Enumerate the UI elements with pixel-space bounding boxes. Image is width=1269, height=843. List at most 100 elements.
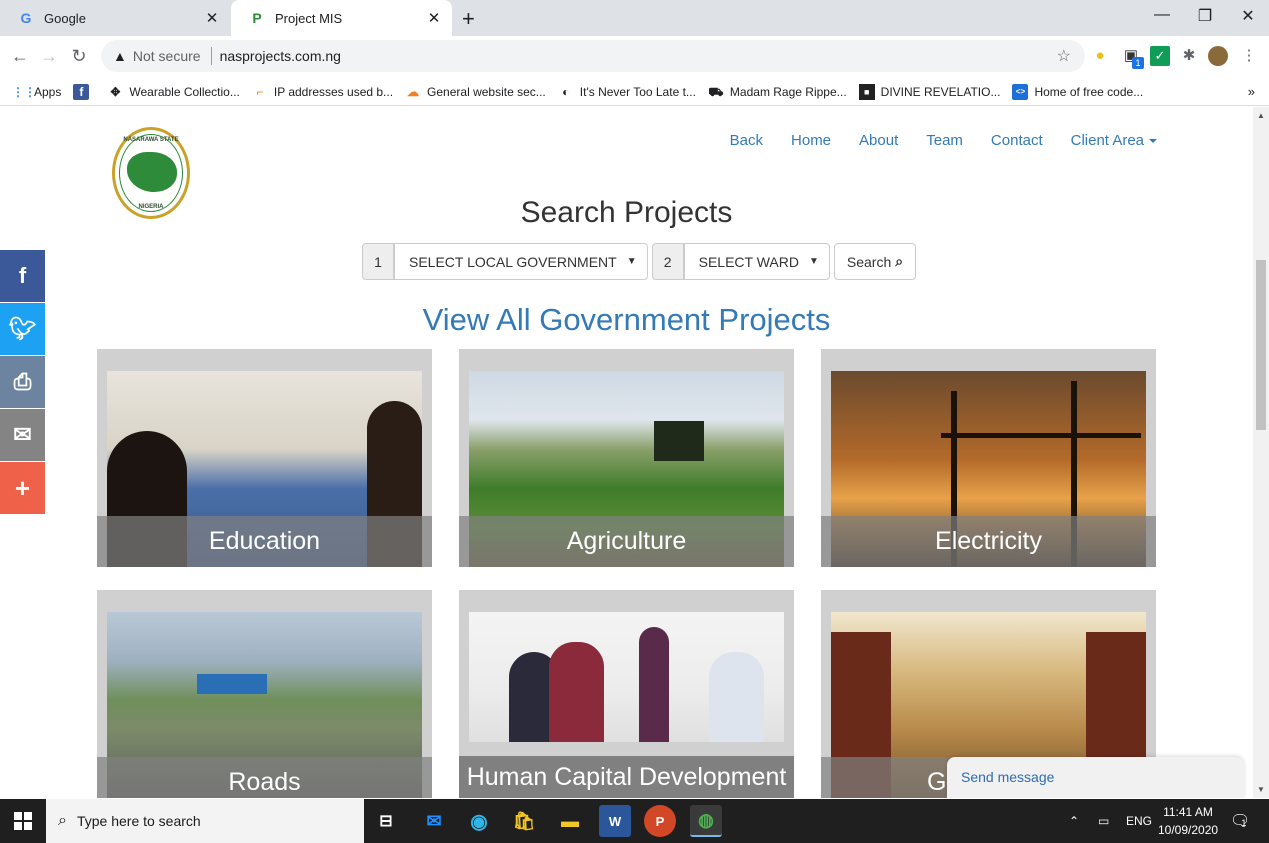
close-tab-icon[interactable]: ✕ [422, 9, 446, 27]
bookmark-madam-rage[interactable]: ⛟ Madam Rage Rippe... [708, 84, 847, 100]
tray-overflow-icon[interactable]: ⌃ [1069, 799, 1079, 843]
chevron-down-icon: ▼ [626, 256, 637, 267]
word-app-icon[interactable]: W [599, 805, 631, 837]
mail-app-icon[interactable]: ✉ [418, 805, 450, 837]
browser-tab-strip: G Google ✕ P Project MIS ✕ + — ❐ ✕ [0, 0, 1269, 36]
facebook-icon: f [73, 83, 90, 100]
nav-back[interactable]: Back [730, 132, 763, 149]
extension-badge: 1 [1132, 57, 1144, 69]
back-arrow-icon[interactable]: ← [9, 46, 31, 67]
clock-date: 10/09/2020 [1158, 823, 1219, 837]
nav-team[interactable]: Team [926, 132, 963, 149]
email-icon: ✉ [13, 422, 32, 447]
bookmark-facebook[interactable]: f [73, 83, 95, 100]
extension-check-icon[interactable]: ✓ [1150, 46, 1170, 66]
system-clock[interactable]: 11:41 AM 10/09/2020 [1158, 803, 1218, 839]
bookmark-star-icon[interactable]: ☆ [1057, 46, 1071, 66]
bookmarks-bar: ⋮⋮ Apps f ✥ Wearable Collectio... ⌐ IP addr… [0, 78, 1269, 106]
bookmark-wearable[interactable]: ✥ Wearable Collectio... [107, 84, 240, 100]
project-mis-favicon-icon: P [252, 10, 262, 26]
nav-client-area[interactable]: Client Area [1071, 132, 1157, 149]
notification-count: 1 [1241, 818, 1247, 828]
scroll-down-icon[interactable]: ▼ [1257, 785, 1265, 794]
logo-top-text: NASARAWA STATE [123, 137, 179, 143]
profile-avatar[interactable] [1208, 46, 1228, 66]
not-secure-label[interactable]: Not secure [133, 48, 201, 64]
reload-icon[interactable]: ↻ [68, 46, 90, 67]
nav-home[interactable]: Home [791, 132, 831, 149]
extension-chick-icon[interactable]: ● [1090, 46, 1110, 66]
category-card-agriculture[interactable]: Agriculture [459, 349, 794, 567]
notifications-icon[interactable]: 🗨︎ 1 [1230, 799, 1250, 843]
chat-label: Send message [961, 769, 1055, 785]
view-all-projects-link[interactable]: View All Government Projects [0, 302, 1253, 338]
category-caption: Roads [97, 757, 432, 798]
new-tab-button[interactable]: + [462, 6, 475, 32]
input-language[interactable]: ENG [1126, 799, 1152, 843]
more-bookmarks-icon[interactable]: » [1248, 84, 1255, 99]
browser-toolbar: ← → ↻ ▲ Not secure nasprojects.com.ng ☆ … [0, 36, 1269, 78]
start-button[interactable] [0, 799, 46, 843]
warning-icon[interactable]: ▲ [113, 48, 127, 64]
search-button[interactable]: Search ⌕ [833, 243, 917, 280]
lga-select[interactable]: SELECT LOCAL GOVERNMENT ▼ [394, 243, 648, 280]
lga-select-value: SELECT LOCAL GOVERNMENT [409, 253, 617, 270]
scrollbar-thumb[interactable] [1256, 260, 1266, 430]
page-scrollbar[interactable]: ▲ ▼ [1253, 107, 1269, 798]
share-more-button[interactable]: + [0, 462, 45, 514]
cart-icon: ⛟ [708, 84, 724, 99]
wearable-icon: ✥ [110, 84, 121, 99]
cloud-icon: ☁ [407, 84, 420, 99]
step-2-addon: 2 [651, 243, 684, 280]
address-bar[interactable]: ▲ Not secure nasprojects.com.ng ☆ [101, 40, 1085, 72]
close-tab-icon[interactable]: ✕ [200, 9, 224, 27]
taskbar-search-box[interactable]: ⌕ Type here to search [46, 799, 364, 843]
ward-select[interactable]: SELECT WARD ▼ [683, 243, 830, 280]
nav-about[interactable]: About [859, 132, 898, 149]
bookmark-label: Madam Rage Rippe... [729, 84, 847, 99]
puzzle-icon[interactable]: ✱ [1179, 46, 1199, 66]
category-card-electricity[interactable]: Electricity [821, 349, 1156, 567]
bookmark-label: It's Never Too Late t... [579, 84, 696, 99]
scroll-up-icon[interactable]: ▲ [1257, 111, 1265, 120]
store-app-icon[interactable]: 🛍︎ [508, 805, 540, 837]
bookmark-free-code[interactable]: <> Home of free code... [1012, 83, 1143, 100]
powerpoint-app-icon[interactable]: P [644, 805, 676, 837]
bookmark-general-website[interactable]: ☁ General website sec... [405, 84, 546, 100]
nav-contact[interactable]: Contact [991, 132, 1043, 149]
bookmark-never-too-late[interactable]: ◐ It's Never Too Late t... [558, 84, 696, 100]
extension-cube-icon[interactable]: ▣ 1 [1121, 46, 1144, 69]
url-text[interactable]: nasprojects.com.ng [220, 48, 1057, 64]
forward-arrow-icon[interactable]: → [38, 46, 60, 67]
share-twitter-button[interactable]: 🐦︎ [0, 303, 45, 355]
tab-title: Project MIS [275, 10, 343, 26]
file-explorer-icon[interactable]: ▬ [554, 805, 586, 837]
print-button[interactable]: ⎙ [0, 356, 45, 408]
printer-icon: ⎙ [13, 369, 32, 394]
category-card-roads[interactable]: Roads [97, 590, 432, 798]
task-view-icon[interactable]: ⊟ [370, 805, 402, 837]
bookmark-ip-addresses[interactable]: ⌐ IP addresses used b... [252, 84, 393, 100]
taskbar-search-placeholder: Type here to search [76, 813, 201, 829]
restore-icon[interactable]: ❐ [1190, 6, 1220, 26]
human-capital-photo [469, 612, 784, 742]
tab-project-mis[interactable]: P Project MIS ✕ [231, 0, 452, 36]
minimize-icon[interactable]: — [1147, 6, 1177, 24]
battery-icon[interactable]: ▭ [1098, 799, 1109, 843]
tractor-shape [654, 421, 704, 461]
share-email-button[interactable]: ✉ [0, 409, 45, 461]
category-caption: Agriculture [459, 516, 794, 567]
tab-google[interactable]: G Google ✕ [0, 0, 230, 36]
bookmark-apps[interactable]: ⋮⋮ Apps [12, 84, 61, 100]
bookmark-label: Wearable Collectio... [129, 84, 240, 99]
category-card-human-capital[interactable]: Human Capital Development [459, 590, 794, 798]
send-message-chat-widget[interactable]: Send message [947, 757, 1244, 798]
menu-dots-icon[interactable]: ⋮ [1239, 46, 1259, 66]
category-card-education[interactable]: Education [97, 349, 432, 567]
code-icon: <> [1012, 83, 1029, 100]
bookmark-divine-revelation[interactable]: ■ DIVINE REVELATIO... [858, 83, 1000, 100]
chrome-app-icon[interactable]: ◍ [690, 805, 722, 837]
share-facebook-button[interactable]: f [0, 250, 45, 302]
edge-browser-icon[interactable]: ◉ [463, 805, 495, 837]
close-window-icon[interactable]: ✕ [1233, 6, 1263, 26]
